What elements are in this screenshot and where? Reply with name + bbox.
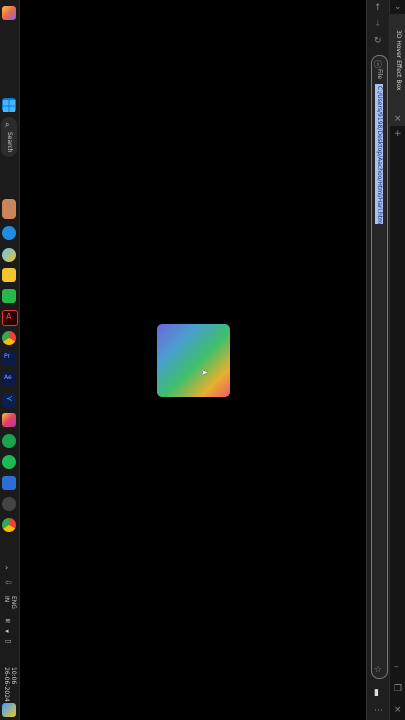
settings-menu-icon[interactable]: ⋯ [374,707,383,716]
reload-button[interactable]: ↻ [374,37,382,46]
new-tab-button[interactable]: + [394,130,402,139]
chrome-icon[interactable] [2,331,16,345]
language-line1: ENG [10,596,17,609]
url-selection-highlight: C:/Users/9198/Desktop/Aachoo/Html/Hari.h… [375,84,383,226]
notepad-app-icon[interactable] [2,289,16,303]
app-icon[interactable] [2,476,16,490]
battery-icon[interactable]: ▭ [5,637,12,645]
premiere-pro-icon[interactable]: Pr [2,351,16,365]
after-effects-glyph: Ae [4,374,12,381]
spotify-icon[interactable] [2,455,16,469]
hover-effect-box[interactable]: ➤ [157,324,230,397]
chrome-profile-icon[interactable] [2,518,16,532]
acrobat-glyph: A [6,312,12,321]
close-tab-icon[interactable]: × [394,115,402,124]
taskbar: ⌕ Search A Pr Ae ≺ › ⇦ ENG IN ≋ ◂ ▭ 10:0… [0,0,20,720]
close-window-icon[interactable]: × [394,706,402,715]
clock[interactable]: 10:06 26-06-2024 [3,667,17,702]
acrobat-icon[interactable]: A [2,310,18,326]
address-scheme-label: File [376,69,383,80]
address-url-text: C:/Users/9198/Desktop/Aachoo/Html/Hari.h… [376,86,383,226]
maximize-window-icon[interactable]: ❐ [394,685,402,694]
clock-date: 26-06-2024 [3,667,10,702]
avatar-widget-icon[interactable] [2,199,16,219]
instagram-icon[interactable] [2,413,16,427]
tab-title: 3D Hover Effect Box [395,30,402,91]
forward-button[interactable]: ↓ [374,20,382,29]
address-bar[interactable]: ⓘ File C:/Users/9198/Desktop/Aachoo/Html… [371,55,388,679]
search-label: Search [6,132,13,153]
vscode-icon[interactable]: ≺ [2,393,16,407]
tab-actions-chevron-icon[interactable]: ⌄ [394,3,402,12]
vscode-glyph: ≺ [6,394,13,403]
search-box[interactable]: ⌕ Search [1,117,17,157]
tray-app-icon[interactable]: ⇦ [5,578,12,587]
chevron-up-icon[interactable]: › [5,563,8,572]
weather-widget-icon[interactable] [2,6,16,20]
tab-active[interactable]: 3D Hover Effect Box [390,14,405,126]
language-line2: IN [3,596,10,603]
browser-toolbar: ↑ ↓ ↻ ⓘ File C:/Users/9198/Desktop/Aacho… [367,0,389,720]
premiere-glyph: Pr [4,353,10,360]
back-button[interactable]: ↑ [374,4,382,13]
edge-browser-icon[interactable] [2,226,16,240]
clock-time: 10:06 [10,667,17,685]
browser-chrome: ↑ ↓ ↻ ⓘ File C:/Users/9198/Desktop/Aacho… [366,0,405,720]
favorites-star-icon[interactable]: ☆ [374,666,382,675]
language-indicator[interactable]: ENG IN [3,596,17,609]
page-viewport: ➤ [20,0,366,720]
whatsapp-icon[interactable] [2,434,16,448]
wifi-icon[interactable]: ≋ [5,617,11,625]
file-explorer-icon[interactable] [2,268,16,282]
windows-logo-icon [3,100,15,112]
clock-app-icon[interactable] [2,497,16,511]
windows-start-icon[interactable] [2,98,16,112]
after-effects-icon[interactable]: Ae [2,372,16,386]
photos-app-icon[interactable] [2,248,16,262]
minimize-window-icon[interactable]: – [394,663,399,672]
notification-icon[interactable] [2,703,16,717]
volume-icon[interactable]: ◂ [5,627,9,635]
extensions-icon[interactable]: ▮ [374,689,379,698]
mouse-cursor-icon: ➤ [201,368,208,377]
tab-strip: ⌄ 3D Hover Effect Box × + – ❐ × [389,0,405,720]
search-icon: ⌕ [5,120,10,129]
